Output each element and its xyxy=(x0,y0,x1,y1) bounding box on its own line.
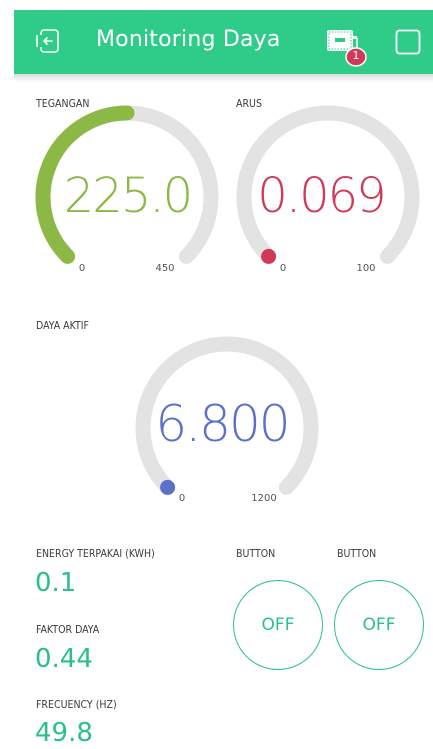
off-button-1[interactable]: OFF xyxy=(233,580,323,670)
gauge-min-daya-aktif: 0 xyxy=(178,493,186,504)
display-value-faktor-daya: 0.44 xyxy=(35,644,93,674)
display-value-energy: 0.1 xyxy=(35,568,77,598)
display-value-frequency: 49.8 xyxy=(35,718,93,748)
display-label-energy: ENERGY TERPAKAI (KWH) xyxy=(36,548,155,560)
button-label-1: BUTTON xyxy=(236,548,276,560)
display-label-frequency: FRECUENCY (HZ) xyxy=(36,699,117,711)
button-label-2: BUTTON xyxy=(337,548,377,560)
gauge-max-daya-aktif: 1200 xyxy=(251,493,277,504)
gauge-value-daya-aktif: 6.800 xyxy=(155,395,290,453)
off-button-2[interactable]: OFF xyxy=(334,580,424,670)
display-label-faktor-daya: FAKTOR DAYA xyxy=(36,624,100,636)
